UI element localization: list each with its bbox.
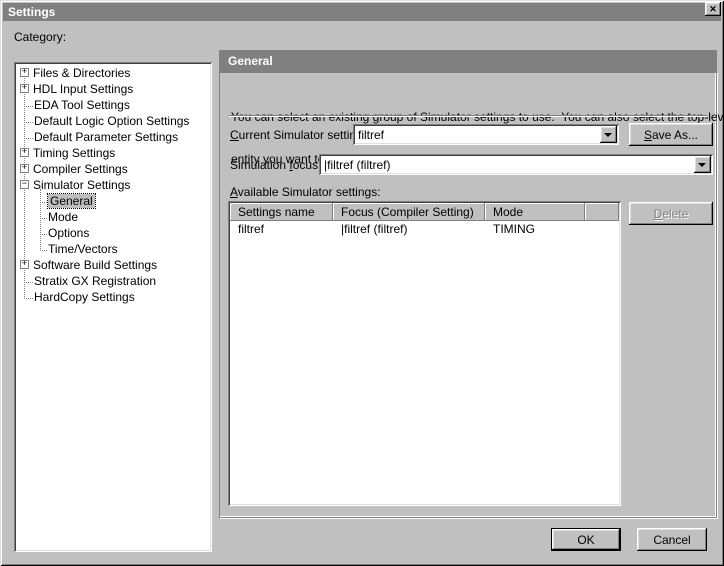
tree-item-label: Default Parameter Settings xyxy=(34,130,178,144)
tree-item[interactable]: + HDL Input Settings xyxy=(14,81,212,97)
tree-item[interactable]: Mode xyxy=(14,209,212,225)
cancel-button[interactable]: Cancel xyxy=(637,528,707,551)
tree-item[interactable]: Options xyxy=(14,225,212,241)
simulation-focus-label: Simulation focus: xyxy=(230,158,321,172)
tree-item-label: EDA Tool Settings xyxy=(34,98,130,112)
general-panel: General You can select an existing group… xyxy=(219,50,717,518)
tree-connector xyxy=(24,273,33,283)
expand-plus-icon[interactable]: + xyxy=(20,148,29,157)
simulation-focus-value: |filtref (filtref) xyxy=(324,158,390,172)
tree-item[interactable]: −Simulator Settings xyxy=(14,177,212,193)
ok-button[interactable]: OK xyxy=(551,528,621,551)
panel-header: General xyxy=(219,50,717,72)
tree-item-label: Files & Directories xyxy=(33,66,130,80)
tree-item[interactable]: Stratix GX Registration xyxy=(14,273,212,289)
tree-item-label: HDL Input Settings xyxy=(33,82,133,96)
panel-title: General xyxy=(228,54,273,68)
tree-connector xyxy=(24,289,33,299)
expand-plus-icon[interactable]: + xyxy=(20,84,29,93)
tree-item-label: Mode xyxy=(48,210,78,224)
description-line: You can select an existing group of Simu… xyxy=(231,110,708,124)
collapse-minus-icon[interactable]: − xyxy=(20,180,29,189)
table-row[interactable]: filtref|filtref (filtref)TIMING xyxy=(230,221,619,237)
current-settings-combobox[interactable]: filtref xyxy=(353,124,619,145)
simulation-focus-combobox[interactable]: |filtref (filtref) xyxy=(319,154,713,175)
tree-connector xyxy=(24,129,33,139)
tree-connector xyxy=(40,241,47,251)
column-header[interactable]: Mode xyxy=(485,203,585,221)
table-cell: TIMING xyxy=(485,221,585,237)
settings-dialog: Settings ✕ Category: + Files & Directorie… xyxy=(0,0,724,566)
title-bar[interactable]: Settings xyxy=(3,3,721,21)
window-title: Settings xyxy=(8,5,55,19)
tree-item[interactable]: + Files & Directories xyxy=(14,65,212,81)
current-settings-label: Current Simulator settings: xyxy=(230,128,372,142)
list-header-row: Settings nameFocus (Compiler Setting)Mod… xyxy=(230,203,619,221)
chevron-down-icon[interactable] xyxy=(600,126,617,143)
column-header[interactable]: Focus (Compiler Setting) xyxy=(333,203,485,221)
tree-item[interactable]: HardCopy Settings xyxy=(14,289,212,305)
delete-button[interactable]: Delete xyxy=(629,202,713,225)
tree-item[interactable]: + Timing Settings xyxy=(14,145,212,161)
tree-connector xyxy=(24,113,33,123)
tree-item[interactable]: Default Parameter Settings xyxy=(14,129,212,145)
tree-item-label: Simulator Settings xyxy=(33,178,130,192)
current-settings-value: filtref xyxy=(358,128,384,142)
tree-connector xyxy=(40,193,47,203)
tree-item-label: Time/Vectors xyxy=(48,242,118,256)
category-tree[interactable]: + Files & Directories + HDL Input Settings E… xyxy=(14,62,212,552)
table-cell: filtref xyxy=(230,221,333,237)
tree-item[interactable]: General xyxy=(14,193,212,209)
available-settings-label: Available Simulator settings: xyxy=(230,185,381,199)
category-label: Category: xyxy=(14,30,66,44)
tree-item[interactable]: EDA Tool Settings xyxy=(14,97,212,113)
tree-connector xyxy=(40,209,47,219)
expand-plus-icon[interactable]: + xyxy=(20,164,29,173)
panel-body: You can select an existing group of Simu… xyxy=(219,72,717,518)
tree-item-label: Compiler Settings xyxy=(33,162,128,176)
tree-item-label: Options xyxy=(48,226,89,240)
tree-connector xyxy=(24,97,33,107)
available-settings-list[interactable]: Settings nameFocus (Compiler Setting)Mod… xyxy=(228,201,621,506)
column-header[interactable] xyxy=(585,203,619,221)
expand-plus-icon[interactable]: + xyxy=(20,68,29,77)
divider xyxy=(229,115,707,116)
tree-item[interactable]: + Software Build Settings xyxy=(14,257,212,273)
tree-item-label: HardCopy Settings xyxy=(34,290,135,304)
expand-plus-icon[interactable]: + xyxy=(20,260,29,269)
close-icon[interactable]: ✕ xyxy=(705,2,721,16)
tree-item[interactable]: + Compiler Settings xyxy=(14,161,212,177)
tree-item-label: Stratix GX Registration xyxy=(34,274,156,288)
table-cell xyxy=(585,221,619,237)
table-cell: |filtref (filtref) xyxy=(333,221,485,237)
column-header[interactable]: Settings name xyxy=(230,203,333,221)
tree-item-label: General xyxy=(48,194,95,208)
tree-item-label: Default Logic Option Settings xyxy=(34,114,189,128)
save-as-button[interactable]: Save As... xyxy=(629,123,713,146)
tree-item-label: Software Build Settings xyxy=(33,258,157,272)
tree-rows: + Files & Directories + HDL Input Settings E… xyxy=(14,65,212,305)
chevron-down-icon[interactable] xyxy=(694,156,711,173)
tree-item-label: Timing Settings xyxy=(33,146,115,160)
tree-connector xyxy=(40,225,47,235)
tree-item[interactable]: Default Logic Option Settings xyxy=(14,113,212,129)
tree-item[interactable]: Time/Vectors xyxy=(14,241,212,257)
